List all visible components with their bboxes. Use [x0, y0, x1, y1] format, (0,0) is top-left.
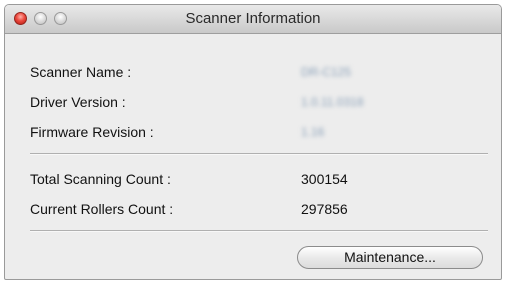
- title-bar[interactable]: Scanner Information: [5, 5, 501, 34]
- current-rollers-count-label: Current Rollers Count :: [30, 201, 174, 217]
- scanner-name-label: Scanner Name :: [30, 64, 132, 80]
- driver-version-value: 1.0.11.0318: [301, 95, 364, 109]
- close-icon[interactable]: [14, 12, 27, 25]
- firmware-revision-label: Firmware Revision :: [30, 124, 154, 140]
- firmware-revision-value: 1.16: [301, 125, 325, 139]
- driver-version-label: Driver Version :: [30, 94, 126, 110]
- scanner-information-window: Scanner Information Scanner Name : DR-C1…: [4, 4, 502, 280]
- maintenance-button[interactable]: Maintenance...: [297, 246, 483, 269]
- separator-top: [30, 153, 488, 155]
- minimize-icon[interactable]: [34, 12, 47, 25]
- window-title: Scanner Information: [185, 10, 321, 27]
- total-scanning-count-value: 300154: [301, 171, 348, 187]
- separator-bottom: [30, 230, 488, 232]
- zoom-icon[interactable]: [54, 12, 67, 25]
- scanner-name-value: DR-C125: [301, 65, 352, 79]
- current-rollers-count-value: 297856: [301, 201, 348, 217]
- total-scanning-count-label: Total Scanning Count :: [30, 171, 171, 187]
